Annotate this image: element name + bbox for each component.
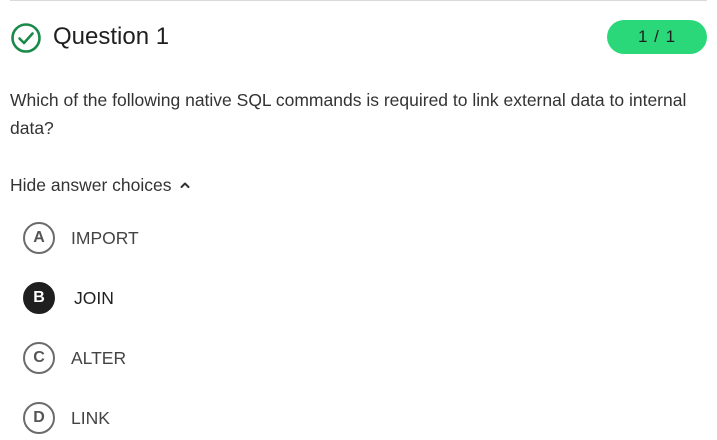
toggle-label: Hide answer choices [10, 174, 172, 195]
choice-text: JOIN [74, 287, 114, 308]
question-prompt: Which of the following native SQL comman… [10, 90, 687, 138]
answer-choice-d[interactable]: D LINK [23, 402, 110, 434]
choice-letter-badge: C [23, 342, 55, 374]
chevron-up-icon [180, 182, 190, 188]
hide-answer-choices-toggle[interactable]: Hide answer choices [10, 172, 190, 198]
answer-choice-a[interactable]: A IMPORT [23, 222, 139, 254]
question-title: Question 1 [53, 23, 170, 50]
choice-text: LINK [71, 407, 110, 428]
question-header: Question 1 1 / 1 [10, 20, 707, 54]
choice-letter-badge: D [23, 402, 55, 434]
choice-letter-badge: B [23, 282, 55, 314]
choice-text: ALTER [71, 347, 127, 368]
choice-letter-badge: A [23, 222, 55, 254]
check-circle-icon [11, 23, 41, 53]
answer-choice-c[interactable]: C ALTER [23, 342, 126, 374]
score-badge: 1 / 1 [607, 20, 707, 54]
top-divider [10, 0, 707, 1]
answer-choice-b[interactable]: B JOIN [23, 282, 114, 314]
choice-text: IMPORT [71, 227, 139, 248]
